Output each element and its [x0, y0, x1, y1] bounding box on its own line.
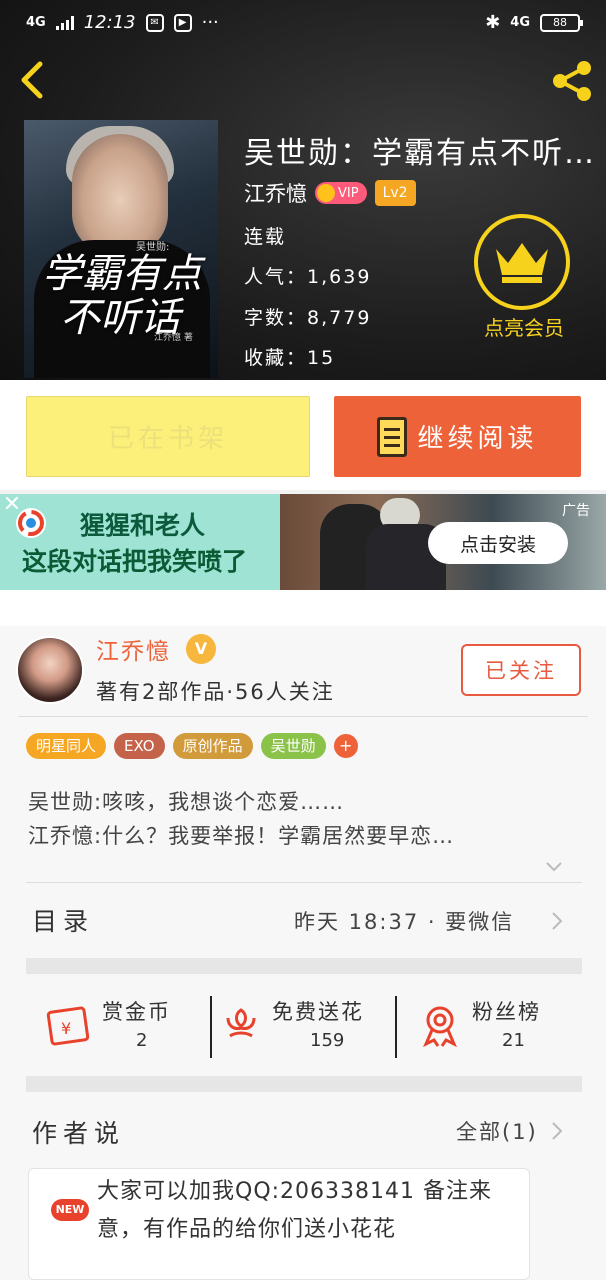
crown-icon [496, 243, 548, 283]
book-author[interactable]: 江乔憶 [244, 178, 307, 208]
verified-icon: V [186, 634, 216, 664]
share-icon[interactable] [548, 58, 596, 104]
favorites-label: 收藏： [244, 347, 308, 369]
section-separator [26, 958, 582, 974]
words-row: 字数：8,779 [244, 303, 371, 330]
cover-title-line1: 学霸有点 [42, 251, 202, 297]
spacer [0, 590, 606, 626]
author-says-all[interactable]: 全部(1) [456, 1116, 538, 1146]
book-cover[interactable]: 吴世勋: 学霸有点 不听话 江乔憶 著 [24, 120, 218, 378]
more-icon: ··· [201, 12, 219, 33]
continue-reading-label: 继续阅读 [417, 424, 538, 454]
on-shelf-button[interactable]: 已在书架 [26, 396, 310, 477]
author-says-label: 作者说 [32, 1119, 126, 1148]
follow-button[interactable]: 已关注 [461, 644, 581, 696]
tag-item[interactable]: EXO [114, 733, 165, 759]
signal-icon [55, 15, 74, 30]
mail-icon: ✉ [145, 13, 164, 32]
favorites-value: 15 [307, 347, 336, 369]
install-button[interactable]: 点击安装 [428, 522, 568, 564]
book-status: 连载 [244, 226, 287, 248]
add-tag-button[interactable]: + [333, 734, 358, 758]
book-header: 4G 12:13 ✉ ▶ ··· ✱ 4G 88 吴世勋: 学霸有点 不听话 江… [0, 0, 606, 380]
description-line: 吴世勋:咳咳，我想谈个恋爱…… [28, 790, 345, 814]
bluetooth-icon: ✱ [485, 12, 501, 33]
clock: 12:13 [83, 12, 136, 33]
tag-item[interactable]: 明星同人 [26, 733, 107, 759]
cover-title: 学霸有点 不听话 [42, 252, 218, 340]
reward-coins-value: 2 [136, 1030, 148, 1051]
words-value: 8,779 [307, 307, 372, 329]
medal-icon [423, 1006, 457, 1048]
divider [395, 996, 397, 1058]
author-name[interactable]: 江乔憶 [96, 632, 171, 666]
divider [210, 996, 212, 1058]
author-note[interactable]: NEW 大家可以加我QQ:206338141 备注来意，有作品的给你们送小花花 [28, 1168, 530, 1280]
svg-text:¥: ¥ [61, 1019, 71, 1038]
play-icon: ▶ [173, 13, 192, 32]
app-logo-icon [16, 508, 46, 538]
crown-icon [317, 184, 335, 202]
tag-item[interactable]: 原创作品 [172, 733, 253, 759]
chevron-right-icon[interactable] [550, 1120, 564, 1142]
description-line: 江乔憶:什么？我要举报！学霸居然要早恋… [28, 824, 455, 848]
fan-ranking-label: 粉丝榜 [472, 1000, 541, 1024]
chevron-down-icon[interactable] [545, 858, 563, 876]
red-envelope-icon: ¥ [46, 1006, 90, 1046]
catalog-label[interactable]: 目录 [32, 902, 94, 938]
book-title: 吴世勋：学霸有点不听… [244, 136, 596, 171]
tag-item[interactable]: 吴世勋 [260, 733, 326, 759]
send-flower-value: 159 [310, 1030, 345, 1051]
cover-author: 江乔憶 著 [154, 333, 193, 343]
ad-tag: 广告 [562, 503, 590, 519]
cover-face [72, 134, 168, 254]
network-indicator: 4G [26, 15, 46, 30]
back-arrow-icon[interactable] [14, 58, 54, 102]
fan-ranking-button[interactable]: 粉丝榜 21 [420, 996, 580, 1056]
author-avatar[interactable] [16, 636, 84, 704]
fan-ranking-value: 21 [502, 1030, 525, 1051]
send-flower-label: 免费送花 [272, 1000, 364, 1024]
tag-list: 明星同人 EXO 原创作品 吴世勋 + [26, 733, 358, 759]
divider [26, 882, 582, 883]
section-separator [26, 1076, 582, 1092]
reward-coins-label: 赏金币 [102, 1000, 171, 1024]
popularity-value: 1,639 [307, 266, 372, 288]
catalog-latest[interactable]: 昨天 18:37 · 要微信 [294, 906, 514, 936]
new-badge: NEW [51, 1199, 89, 1221]
ad-subline: 这段对话把我笑喷了 [22, 547, 248, 576]
reward-coins-button[interactable]: ¥ 赏金币 2 [46, 996, 196, 1056]
popularity-label: 人气： [244, 266, 308, 288]
vip-badge: VIP [315, 182, 367, 204]
book-author-row: 江乔憶 VIP Lv2 [244, 178, 416, 208]
send-flower-button[interactable]: 免费送花 159 [222, 996, 392, 1056]
words-label: 字数： [244, 307, 308, 329]
divider [18, 716, 588, 717]
vip-label: VIP [338, 185, 359, 201]
book-icon [377, 416, 408, 457]
ad-banner[interactable]: ✕ 猩猩和老人 这段对话把我笑喷了 点击安装 广告 [0, 494, 606, 590]
status-bar: 4G 12:13 ✉ ▶ ··· ✱ 4G 88 [0, 0, 606, 46]
member-label[interactable]: 点亮会员 [474, 312, 574, 341]
favorites-row: 收藏：15 [244, 343, 335, 370]
author-note-text: 大家可以加我QQ:206338141 备注来意，有作品的给你们送小花花 [97, 1179, 493, 1242]
author-stats: 著有2部作品·56人关注 [96, 680, 335, 704]
battery-icon: 88 [540, 13, 583, 32]
ad-headline: 猩猩和老人 [80, 511, 206, 540]
network-indicator-right: 4G [510, 15, 530, 30]
popularity-row: 人气：1,639 [244, 262, 371, 289]
flower-icon [226, 1008, 256, 1038]
level-badge: Lv2 [374, 180, 416, 206]
member-button[interactable] [474, 214, 570, 310]
chevron-right-icon[interactable] [550, 910, 564, 932]
continue-reading-button[interactable]: 继续阅读 [334, 396, 581, 477]
